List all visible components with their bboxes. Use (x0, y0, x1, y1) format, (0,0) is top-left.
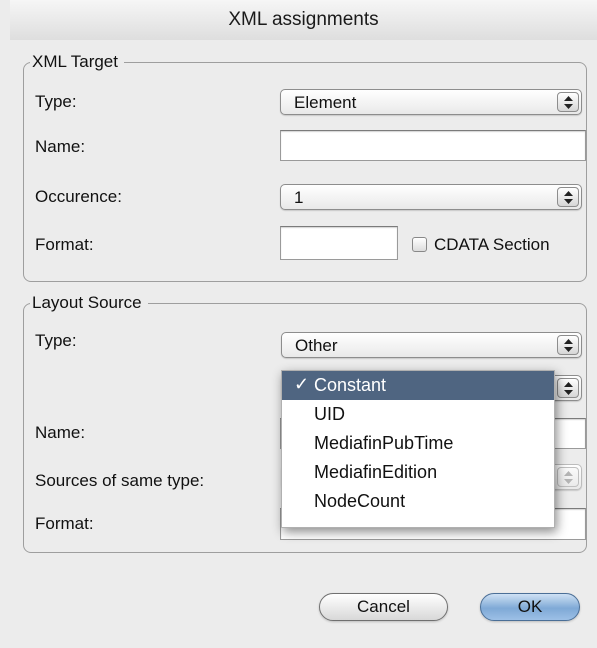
menu-item-constant[interactable]: ✓ Constant (282, 371, 554, 400)
cancel-button[interactable]: Cancel (319, 593, 448, 621)
popup-arrows-icon (557, 92, 579, 112)
xml-target-name-field[interactable] (280, 130, 586, 161)
xml-target-occurence-popup[interactable]: 1 (280, 184, 582, 210)
popup-arrows-icon (557, 467, 579, 487)
layout-source-type-value: Other (295, 336, 338, 355)
layout-source-legend: Layout Source (30, 293, 148, 313)
menu-item-label: NodeCount (314, 491, 406, 511)
menu-item-label: UID (314, 404, 345, 424)
xml-target-occurence-value: 1 (294, 188, 304, 207)
xml-target-name-label: Name: (35, 137, 86, 156)
xml-target-type-popup[interactable]: Element (280, 89, 582, 115)
sources-of-same-type-label: Sources of same type: (35, 471, 205, 490)
ok-button[interactable]: OK (480, 593, 580, 621)
xml-target-type-value: Element (294, 93, 357, 112)
source-type-dropdown-menu: ✓ Constant UID MediafinPubTime MediafinE… (281, 370, 555, 528)
layout-source-format-label: Format: (35, 514, 94, 533)
cdata-checkbox[interactable] (412, 237, 427, 252)
xml-target-occurence-label: Occurence: (35, 187, 122, 206)
title-bar: XML assignments (10, 0, 597, 41)
menu-item-nodecount[interactable]: NodeCount (282, 487, 554, 516)
menu-item-mediafinedition[interactable]: MediafinEdition (282, 458, 554, 487)
menu-item-uid[interactable]: UID (282, 400, 554, 429)
popup-arrows-icon (557, 335, 579, 355)
layout-source-type-popup[interactable]: Other (281, 332, 582, 358)
menu-item-label: MediafinEdition (314, 462, 438, 482)
window-title: XML assignments (228, 9, 379, 30)
dialog-body: XML Target Type: Element Name: Occurence… (10, 40, 597, 648)
menu-item-label: MediafinPubTime (314, 433, 454, 453)
checkmark-icon: ✓ (294, 374, 310, 394)
xml-target-type-label: Type: (35, 92, 77, 111)
xml-target-format-label: Format: (35, 235, 94, 254)
layout-source-type-label: Type: (35, 331, 77, 350)
layout-source-name-label: Name: (35, 423, 86, 442)
popup-arrows-icon (557, 187, 579, 207)
cdata-label[interactable]: CDATA Section (434, 235, 550, 255)
popup-arrows-icon (557, 378, 579, 398)
menu-item-label: Constant (314, 375, 387, 395)
menu-item-mediafinpubtime[interactable]: MediafinPubTime (282, 429, 554, 458)
xml-target-legend: XML Target (30, 52, 124, 72)
xml-target-format-field[interactable] (280, 226, 398, 260)
